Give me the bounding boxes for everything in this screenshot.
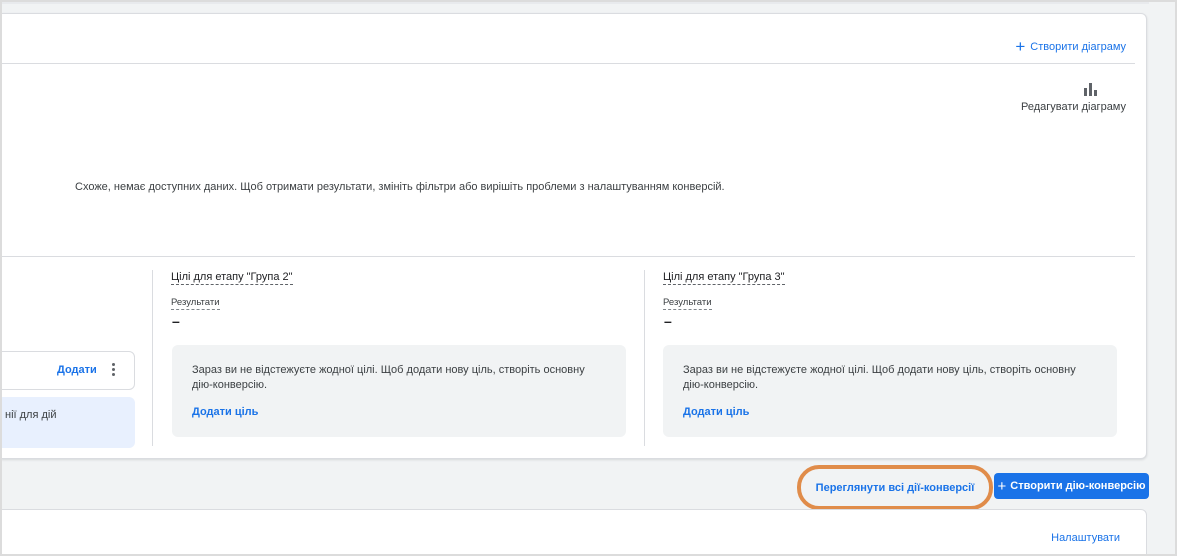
right-gutter <box>1149 2 1175 554</box>
empty-data-message: Схоже, немає доступних даних. Щоб отрима… <box>75 181 725 193</box>
view-all-highlight: Переглянути всі дії-конверсії <box>797 465 993 510</box>
no-goals-message: Зараз ви не відстежуєте жодної цілі. Щоб… <box>683 364 1076 391</box>
no-goals-panel: Зараз ви не відстежуєте жодної цілі. Щоб… <box>663 345 1117 437</box>
divider <box>2 63 1135 64</box>
add-link[interactable]: Додати <box>57 364 97 376</box>
results-label[interactable]: Результати <box>663 297 712 310</box>
plus-icon: + <box>997 477 1007 495</box>
column-separator <box>644 270 645 446</box>
create-chart-label: Створити діаграму <box>1030 40 1126 53</box>
divider <box>2 256 1135 257</box>
create-conversion-button[interactable]: + Створити дію-конверсію <box>994 473 1149 499</box>
bar-chart-icon <box>1006 82 1097 96</box>
stage-title-group-2[interactable]: Цілі для етапу "Група 2" <box>171 271 293 285</box>
goals-card: + Створити діаграму Редагувати діаграму … <box>2 13 1147 459</box>
no-goals-panel: Зараз ви не відстежуєте жодної цілі. Щоб… <box>172 345 626 437</box>
results-value: – <box>172 313 180 329</box>
column-separator <box>152 270 153 446</box>
bottom-card: Налаштувати <box>2 509 1147 554</box>
no-goals-message: Зараз ви не відстежуєте жодної цілі. Щоб… <box>192 364 585 391</box>
page-frame: + Створити діаграму Редагувати діаграму … <box>2 2 1175 554</box>
info-panel: нії для дій <box>2 397 135 448</box>
view-all-conversions-button[interactable]: Переглянути всі дії-конверсії <box>816 482 975 494</box>
edit-chart-label: Редагувати діаграму <box>1020 101 1126 113</box>
create-conversion-label: Створити дію-конверсію <box>1010 480 1146 492</box>
results-value: – <box>664 313 672 329</box>
results-label[interactable]: Результати <box>171 297 220 310</box>
add-goal-link[interactable]: Додати ціль <box>683 405 749 420</box>
add-goal-link[interactable]: Додати ціль <box>192 405 258 420</box>
stage-title-group-3[interactable]: Цілі для етапу "Група 3" <box>663 271 785 285</box>
plus-icon: + <box>1015 37 1026 56</box>
top-strip <box>2 2 1175 4</box>
create-chart-button[interactable]: + Створити діаграму <box>1015 38 1126 55</box>
more-vert-icon[interactable] <box>110 362 116 380</box>
goal-row: Додати <box>2 351 135 390</box>
configure-link[interactable]: Налаштувати <box>1051 532 1120 544</box>
edit-chart-button[interactable]: Редагувати діаграму <box>1006 82 1126 113</box>
